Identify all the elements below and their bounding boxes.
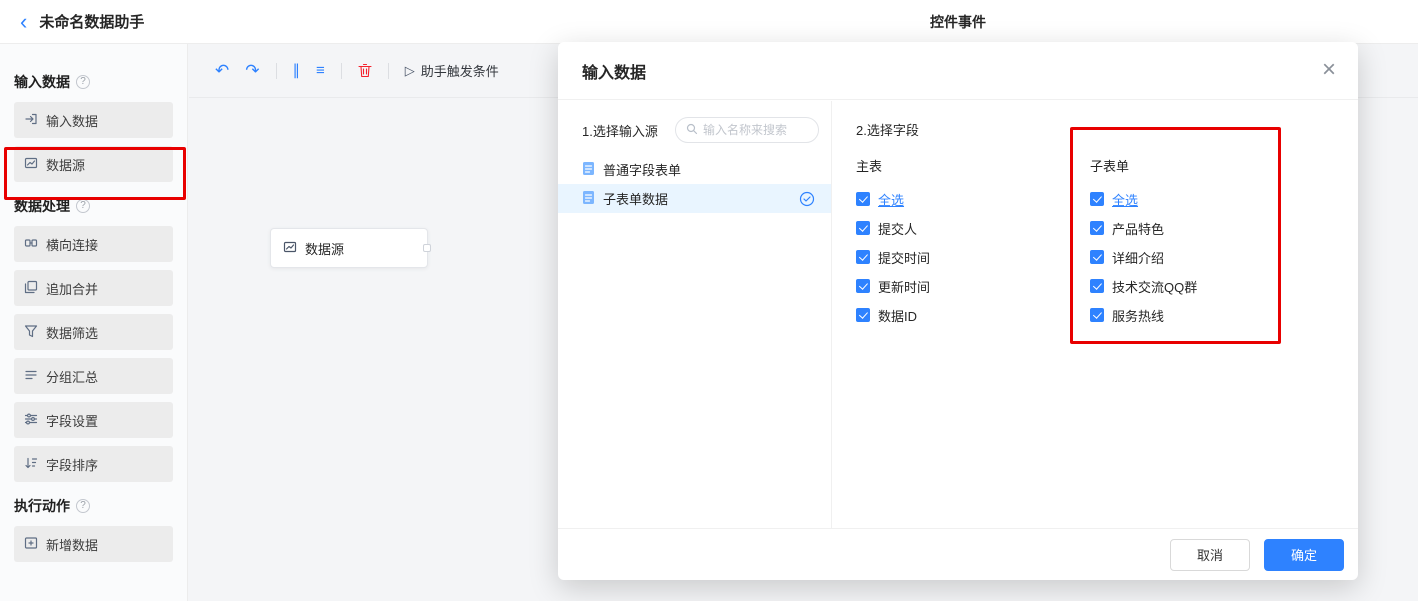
sidebar-item-field-sort[interactable]: 字段排序 [14, 446, 173, 482]
undo-icon[interactable]: ↶ [215, 62, 229, 79]
sidebar-item-label: 数据筛选 [46, 325, 99, 341]
toolbar-divider [275, 62, 277, 79]
checkbox-checked[interactable] [856, 192, 870, 206]
field-option[interactable]: 详细介绍 [1090, 247, 1197, 267]
sidebar-item-add-data[interactable]: 新增数据 [14, 526, 173, 562]
search-input[interactable] [675, 117, 819, 143]
sidebar-item-append-merge[interactable]: 追加合并 [14, 270, 173, 306]
sidebar-item-label: 输入数据 [46, 113, 99, 129]
play-icon: ▷ [404, 62, 415, 78]
checkbox-checked[interactable] [1090, 192, 1104, 206]
back-icon[interactable]: ‹ [20, 10, 27, 33]
sidebar-item-horizontal-join[interactable]: 横向连接 [14, 226, 173, 262]
tab-widget-events[interactable]: 控件事件 [930, 0, 986, 44]
toolbar-divider [340, 62, 342, 79]
sidebar-item-input-data[interactable]: 输入数据 [14, 102, 173, 138]
source-item-subform-data[interactable]: 子表单数据 [558, 184, 831, 213]
checkbox-checked[interactable] [856, 221, 870, 235]
datasource-node[interactable]: 数据源 [270, 228, 431, 268]
fields-group-subform: 子表单 全选 产品特色 详细介绍 技术交流QQ群 服务热线 [1090, 156, 1197, 334]
source-item-label: 子表单数据 [603, 192, 669, 207]
close-icon[interactable]: × [1322, 58, 1336, 82]
sidebar-item-data-filter[interactable]: 数据筛选 [14, 314, 173, 350]
dialog-header: 输入数据 [558, 42, 1358, 100]
checkbox-checked[interactable] [856, 250, 870, 264]
input-data-dialog: 输入数据 × 1.选择输入源 普通字段表单 子表单数据 2.选择字段 主表 全选 [558, 42, 1358, 580]
group-title: 主表 [856, 159, 883, 174]
search-icon [686, 123, 698, 138]
checkbox-checked[interactable] [856, 279, 870, 293]
node-label: 数据源 [305, 241, 345, 257]
sort-icon [24, 456, 38, 473]
document-icon [582, 190, 595, 208]
help-icon[interactable]: ? [76, 199, 90, 213]
confirm-button[interactable]: 确定 [1264, 538, 1344, 571]
fields-section-label: 2.选择字段 [856, 123, 919, 138]
field-option[interactable]: 技术交流QQ群 [1090, 276, 1197, 296]
topbar: ‹ 未命名数据助手 控件事件 [0, 0, 1418, 44]
import-icon [24, 112, 38, 129]
dialog-title: 输入数据 [582, 64, 647, 82]
sidebar: 输入数据 ? 输入数据 数据源 数据处理 ? 横向连接 追加合并 数据筛选 分组… [0, 44, 188, 601]
sidebar-item-label: 字段排序 [46, 457, 99, 473]
node-output-port[interactable] [423, 244, 431, 252]
merge-icon [24, 280, 38, 297]
field-option[interactable]: 提交人 [856, 218, 930, 238]
field-option[interactable]: 提交时间 [856, 247, 930, 267]
sidebar-item-label: 数据源 [46, 157, 86, 173]
checkbox-checked[interactable] [1090, 221, 1104, 235]
checkbox-checked[interactable] [1090, 250, 1104, 264]
source-section-label: 1.选择输入源 [582, 123, 658, 139]
sidebar-item-label: 横向连接 [46, 237, 99, 253]
sidebar-item-label: 追加合并 [46, 281, 99, 297]
align-horizontal-icon[interactable]: ≡ [316, 63, 325, 78]
dialog-footer: 取消 确定 [558, 528, 1358, 580]
add-icon [24, 536, 38, 553]
join-icon [24, 236, 38, 253]
field-option-select-all[interactable]: 全选 [856, 189, 930, 209]
sidebar-section-input: 输入数据 ? [14, 72, 173, 92]
toolbar-divider [387, 62, 389, 79]
field-option[interactable]: 服务热线 [1090, 305, 1197, 325]
check-circle-icon [799, 191, 815, 207]
page-title: 未命名数据助手 [39, 14, 145, 31]
sidebar-item-label: 新增数据 [46, 537, 99, 553]
checkbox-checked[interactable] [856, 308, 870, 322]
align-vertical-icon[interactable]: ∥ [293, 63, 301, 78]
trigger-condition-label: 助手触发条件 [420, 64, 499, 79]
sidebar-item-label: 字段设置 [46, 413, 99, 429]
fields-group-main-table: 主表 全选 提交人 提交时间 更新时间 数据ID [856, 156, 930, 334]
sidebar-item-label: 分组汇总 [46, 369, 99, 385]
source-header-row: 1.选择输入源 [558, 101, 831, 155]
field-option[interactable]: 数据ID [856, 305, 930, 325]
sidebar-section-actions: 执行动作 ? [14, 496, 173, 516]
field-option[interactable]: 产品特色 [1090, 218, 1197, 238]
datasource-icon [283, 240, 297, 257]
checkbox-checked[interactable] [1090, 308, 1104, 322]
sidebar-item-data-source[interactable]: 数据源 [14, 146, 173, 182]
field-option[interactable]: 更新时间 [856, 276, 930, 296]
cancel-button[interactable]: 取消 [1170, 538, 1250, 571]
source-item-normal-form[interactable]: 普通字段表单 [558, 155, 831, 184]
filter-icon [24, 324, 38, 341]
trash-icon[interactable] [358, 63, 372, 78]
field-option-select-all[interactable]: 全选 [1090, 189, 1197, 209]
sidebar-item-field-settings[interactable]: 字段设置 [14, 402, 173, 438]
sidebar-item-group-summary[interactable]: 分组汇总 [14, 358, 173, 394]
settings-icon [24, 412, 38, 429]
search-field[interactable] [703, 123, 808, 137]
source-panel: 1.选择输入源 普通字段表单 子表单数据 [558, 101, 832, 528]
help-icon[interactable]: ? [76, 499, 90, 513]
datasource-icon [24, 156, 38, 173]
group-icon [24, 368, 38, 385]
sidebar-section-process: 数据处理 ? [14, 196, 173, 216]
document-icon [582, 161, 595, 179]
group-title: 子表单 [1090, 159, 1130, 174]
source-item-label: 普通字段表单 [603, 163, 682, 178]
help-icon[interactable]: ? [76, 75, 90, 89]
redo-icon[interactable]: ↷ [245, 62, 259, 79]
checkbox-checked[interactable] [1090, 279, 1104, 293]
trigger-condition-button[interactable]: ▷ 助手触发条件 [405, 61, 499, 80]
